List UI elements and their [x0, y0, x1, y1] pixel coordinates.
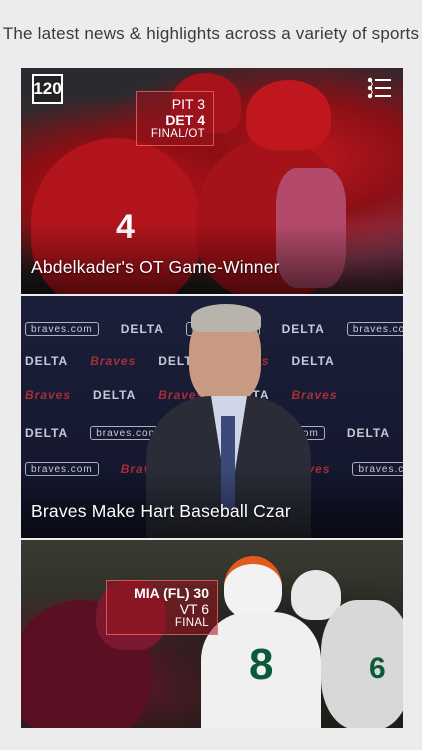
jersey-number: 8: [249, 640, 274, 689]
player-figure: [321, 600, 403, 728]
tagline: The latest news & highlights across a va…: [2, 24, 420, 43]
helmet-shape: [246, 80, 331, 150]
game-status: FINAL/OT: [150, 128, 205, 141]
score-badge: PIT 3 DET 4 FINAL/OT: [136, 91, 214, 147]
score-loser: VT 6: [179, 601, 209, 618]
story-headline[interactable]: Abdelkader's OT Game-Winner: [31, 257, 280, 278]
speaker-hair: [191, 304, 261, 332]
app-logo-icon[interactable]: 120: [32, 74, 63, 104]
score-away: PIT 3: [171, 96, 205, 112]
story-card-baseball[interactable]: braves.comDELTAbraves.comDELTAbraves.com…: [21, 296, 403, 538]
menu-icon[interactable]: [367, 77, 391, 99]
score-home: DET 4: [165, 112, 205, 129]
helmet-shape: [224, 556, 282, 618]
score-winner: MIA (FL) 30: [134, 585, 209, 601]
jersey-number: 6: [369, 652, 386, 685]
story-card-football[interactable]: 8 6 MIA (FL) 30 VT 6 FINAL: [21, 540, 403, 728]
game-status: FINAL: [174, 617, 209, 630]
score-badge: MIA (FL) 30 VT 6 FINAL: [106, 580, 218, 636]
story-headline[interactable]: Braves Make Hart Baseball Czar: [31, 501, 291, 522]
story-card-hockey[interactable]: 4 120 PIT 3 DET 4 FINAL/OT Abdelkader's …: [21, 68, 403, 294]
